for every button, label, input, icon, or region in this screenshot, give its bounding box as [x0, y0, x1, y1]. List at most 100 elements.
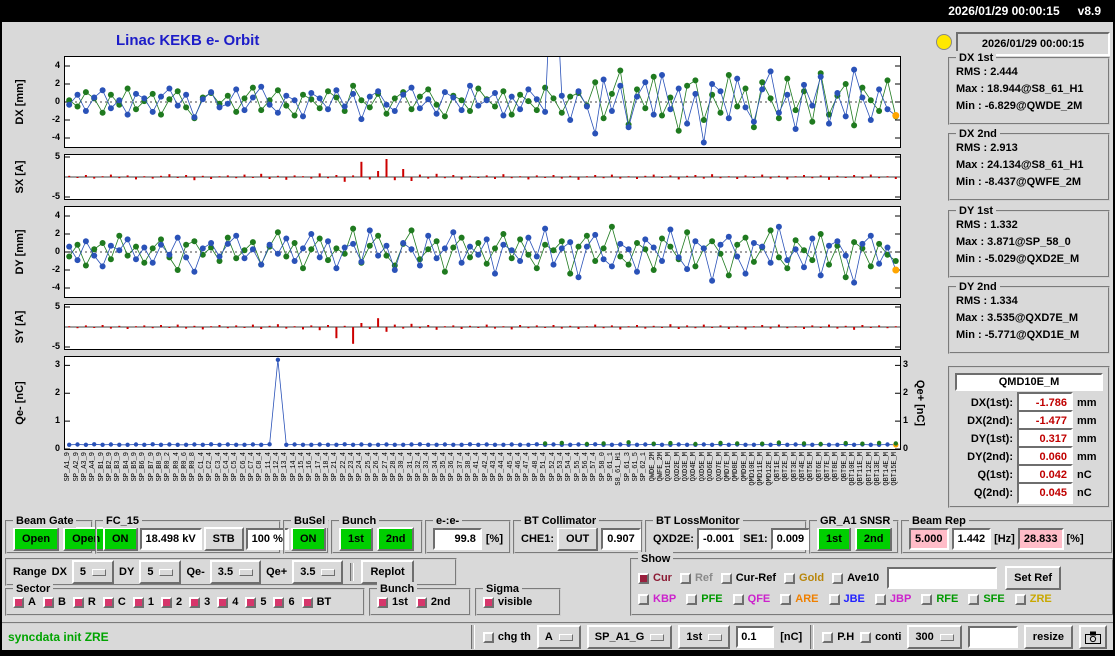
fc15-on-button[interactable]: ON	[103, 527, 138, 551]
checkbox-indicator[interactable]	[377, 597, 388, 608]
checkbox-indicator[interactable]	[43, 597, 54, 608]
checkbox-indicator[interactable]	[13, 597, 24, 608]
conti-checkbox[interactable]: conti	[860, 631, 901, 643]
checkbox-indicator[interactable]	[103, 597, 114, 608]
count-input[interactable]	[968, 626, 1018, 648]
show-rfe-checkbox[interactable]: RFE	[921, 593, 958, 605]
checkbox-indicator[interactable]	[921, 594, 932, 605]
sy-ytick-label: -5	[36, 341, 60, 351]
ref-file-input[interactable]	[887, 567, 997, 589]
sector-a-checkbox[interactable]: A	[13, 596, 36, 608]
dx-plot[interactable]	[64, 56, 901, 148]
show-ref-checkbox[interactable]: Ref	[680, 572, 713, 584]
checkbox-indicator[interactable]	[733, 594, 744, 605]
checkbox-indicator[interactable]	[875, 594, 886, 605]
checkbox-indicator[interactable]	[860, 632, 871, 643]
sector-bt-checkbox[interactable]: BT	[302, 596, 332, 608]
show-pfe-checkbox[interactable]: PFE	[686, 593, 722, 605]
sector-2-checkbox[interactable]: 2	[161, 596, 182, 608]
bunch-2nd-button[interactable]: 2nd	[377, 527, 415, 551]
show-cur-checkbox[interactable]: Cur	[638, 572, 672, 584]
qmd-dx1-unit: mm	[1077, 397, 1097, 409]
gr-a1-2nd-button[interactable]: 2nd	[855, 527, 893, 551]
sx-plot[interactable]	[64, 154, 901, 200]
show-are-checkbox[interactable]: ARE	[780, 593, 818, 605]
sector-r-checkbox[interactable]: R	[73, 596, 96, 608]
show-kbp-checkbox[interactable]: KBP	[638, 593, 676, 605]
checkbox-indicator[interactable]	[189, 597, 200, 608]
checkbox-indicator[interactable]	[721, 573, 732, 584]
checkbox-indicator[interactable]	[780, 594, 791, 605]
checkbox-indicator[interactable]	[829, 594, 840, 605]
checkbox-indicator[interactable]	[1015, 594, 1026, 605]
sector-6-checkbox[interactable]: 6	[273, 596, 294, 608]
checkbox-indicator[interactable]	[483, 632, 494, 643]
sector-c-checkbox[interactable]: C	[103, 596, 126, 608]
sector-5-checkbox[interactable]: 5	[245, 596, 266, 608]
checkbox-indicator[interactable]	[273, 597, 284, 608]
sector-3-checkbox[interactable]: 3	[189, 596, 210, 608]
busel-on-button[interactable]: ON	[291, 527, 326, 551]
screenshot-button[interactable]	[1079, 625, 1107, 649]
show-zre-checkbox[interactable]: ZRE	[1015, 593, 1052, 605]
interval-select[interactable]: 300	[907, 625, 961, 649]
qe-plot[interactable]	[64, 356, 901, 450]
bunch-1st-checkbox[interactable]: 1st	[377, 596, 408, 608]
threshold-input[interactable]	[736, 626, 774, 648]
bpm-name-label: SP_B3_9	[114, 452, 122, 481]
checkbox-indicator[interactable]	[680, 573, 691, 584]
sector-select[interactable]: A	[537, 625, 581, 649]
bpm-name-label: SP_61_5	[632, 452, 640, 481]
topbar-version: v8.9	[1078, 4, 1101, 18]
bunch-1st-button[interactable]: 1st	[339, 527, 373, 551]
show-gold-checkbox[interactable]: Gold	[784, 572, 824, 584]
checkbox-indicator[interactable]	[832, 573, 843, 584]
replot-button[interactable]: Replot	[361, 560, 413, 584]
show-ave10-checkbox[interactable]: Ave10	[832, 572, 879, 584]
checkbox-indicator[interactable]	[133, 597, 144, 608]
checkbox-indicator[interactable]	[968, 594, 979, 605]
set-ref-button[interactable]: Set Ref	[1005, 566, 1061, 590]
gr-a1-1st-button[interactable]: 1st	[817, 527, 851, 551]
dy-plot[interactable]	[64, 206, 901, 298]
checkbox-indicator[interactable]	[483, 597, 494, 608]
range-dy-select[interactable]: 5	[139, 560, 181, 584]
checkbox-indicator[interactable]	[161, 597, 172, 608]
show-qfe-checkbox[interactable]: QFE	[733, 593, 771, 605]
checkbox-indicator[interactable]	[784, 573, 795, 584]
show-jbp-checkbox[interactable]: JBP	[875, 593, 911, 605]
chg-th-checkbox[interactable]: chg th	[483, 631, 531, 643]
che1-out-button[interactable]: OUT	[557, 527, 598, 551]
resize-button[interactable]: resize	[1024, 625, 1073, 649]
checkbox-indicator[interactable]	[638, 573, 649, 584]
beam-gate-open-button-1[interactable]: Open	[13, 527, 59, 551]
sx-axis-label: SX [A]	[14, 161, 26, 194]
range-dx-select[interactable]: 5	[72, 560, 114, 584]
fc15-stb-button[interactable]: STB	[204, 527, 244, 551]
checkbox-indicator[interactable]	[302, 597, 313, 608]
checkbox-indicator[interactable]	[638, 594, 649, 605]
ph-checkbox[interactable]: P.H	[822, 631, 854, 643]
checkbox-indicator[interactable]	[73, 597, 84, 608]
monitor-select[interactable]: SP_A1_G	[587, 625, 673, 649]
sy-plot[interactable]	[64, 304, 901, 350]
range-qe-minus-select[interactable]: 3.5	[210, 560, 261, 584]
show-jbe-checkbox[interactable]: JBE	[829, 593, 865, 605]
checkbox-indicator[interactable]	[217, 597, 228, 608]
show-cur-ref-checkbox[interactable]: Cur-Ref	[721, 572, 776, 584]
show-sfe-checkbox[interactable]: SFE	[968, 593, 1004, 605]
checkbox-indicator[interactable]	[416, 597, 427, 608]
range-qe-plus-select[interactable]: 3.5	[292, 560, 343, 584]
bpm-name-label: SP_26_4	[373, 452, 381, 481]
dy-axis-label: DY [mm]	[14, 229, 26, 274]
bunch-order-select[interactable]: 1st	[678, 625, 730, 649]
sector-4-checkbox[interactable]: 4	[217, 596, 238, 608]
checkbox-indicator[interactable]	[822, 632, 833, 643]
checkbox-indicator[interactable]	[245, 597, 256, 608]
sector-1-checkbox[interactable]: 1	[133, 596, 154, 608]
sector-b-checkbox[interactable]: B	[43, 596, 66, 608]
checkbox-indicator[interactable]	[686, 594, 697, 605]
sigma-visible-checkbox[interactable]: visible	[483, 596, 532, 608]
qmd-dx2-label: DX(2nd):	[955, 415, 1013, 427]
bunch-2nd-checkbox[interactable]: 2nd	[416, 596, 451, 608]
